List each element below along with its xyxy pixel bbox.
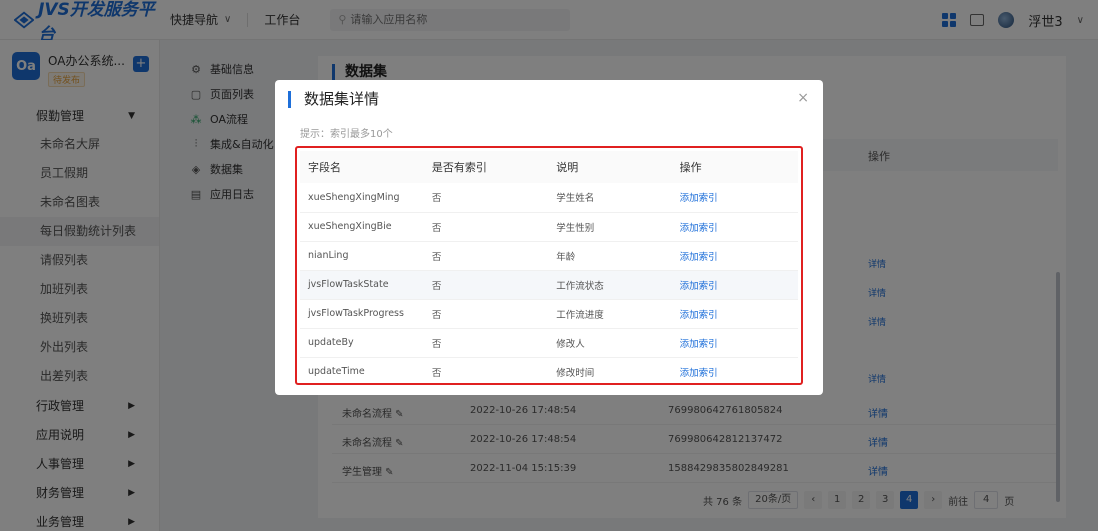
dialog-title: 数据集详情 [288, 91, 379, 108]
add-index-link[interactable]: 添加索引 [671, 299, 798, 329]
add-index-link[interactable]: 添加索引 [672, 357, 798, 386]
column-header: 字段名 [300, 151, 424, 183]
cell-indexed: 否 [423, 241, 549, 271]
column-header: 说明 [548, 151, 672, 183]
cell-field: xueShengXingBie [300, 212, 424, 242]
table-row: updateBy 否 修改人 添加索引 [300, 328, 798, 358]
table-row: xueShengXingMing 否 学生姓名 添加索引 [300, 183, 798, 213]
add-index-link[interactable]: 添加索引 [671, 241, 798, 271]
table-row: xueShengXingBie 否 学生性别 添加索引 [300, 212, 798, 242]
cell-indexed: 否 [423, 212, 549, 242]
table-row: nianLing 否 年龄 添加索引 [300, 241, 798, 271]
close-icon[interactable]: × [797, 90, 809, 106]
cell-desc: 年龄 [548, 241, 672, 271]
add-index-link[interactable]: 添加索引 [671, 183, 798, 213]
cell-field: updateTime [308, 366, 365, 378]
cell-desc: 修改时间 [556, 367, 595, 379]
cell-field: jvsFlowTaskProgress [300, 299, 424, 329]
table-row: jvsFlowTaskProgress 否 工作流进度 添加索引 [300, 299, 798, 329]
cell-field: jvsFlowTaskState [300, 270, 424, 300]
cell-field: updateBy [300, 328, 424, 358]
dataset-detail-dialog: 数据集详情 × 提示：索引最多10个 字段名 是否有索引 说明 操作 xueSh… [275, 80, 823, 395]
table-header-row: 字段名 是否有索引 说明 操作 [300, 151, 798, 183]
cell-desc: 学生姓名 [548, 183, 672, 213]
cell-desc: 学生性别 [548, 212, 672, 242]
table-row: updateTime 否 修改时间 添加索引 [300, 357, 798, 386]
hint-text: 提示：索引最多10个 [300, 129, 393, 140]
add-index-link[interactable]: 添加索引 [671, 328, 798, 358]
column-header: 操作 [671, 151, 798, 183]
column-header: 是否有索引 [423, 151, 549, 183]
cell-field: nianLing [300, 241, 424, 271]
cell-indexed: 否 [431, 367, 442, 379]
add-index-link[interactable]: 添加索引 [671, 270, 798, 300]
cell-indexed: 否 [423, 299, 549, 329]
fields-table-highlight: 字段名 是否有索引 说明 操作 xueShengXingMing 否 学生姓名 … [295, 146, 803, 385]
cell-desc: 工作流进度 [548, 299, 672, 329]
cell-indexed: 否 [423, 183, 549, 213]
cell-indexed: 否 [423, 328, 549, 358]
cell-field: xueShengXingMing [300, 183, 424, 213]
cell-desc: 修改人 [548, 328, 672, 358]
cell-desc: 工作流状态 [548, 270, 672, 300]
fields-table: 字段名 是否有索引 说明 操作 xueShengXingMing 否 学生姓名 … [300, 151, 798, 386]
cell-indexed: 否 [423, 270, 549, 300]
table-row: jvsFlowTaskState 否 工作流状态 添加索引 [300, 270, 798, 300]
add-index-link[interactable]: 添加索引 [671, 212, 798, 242]
